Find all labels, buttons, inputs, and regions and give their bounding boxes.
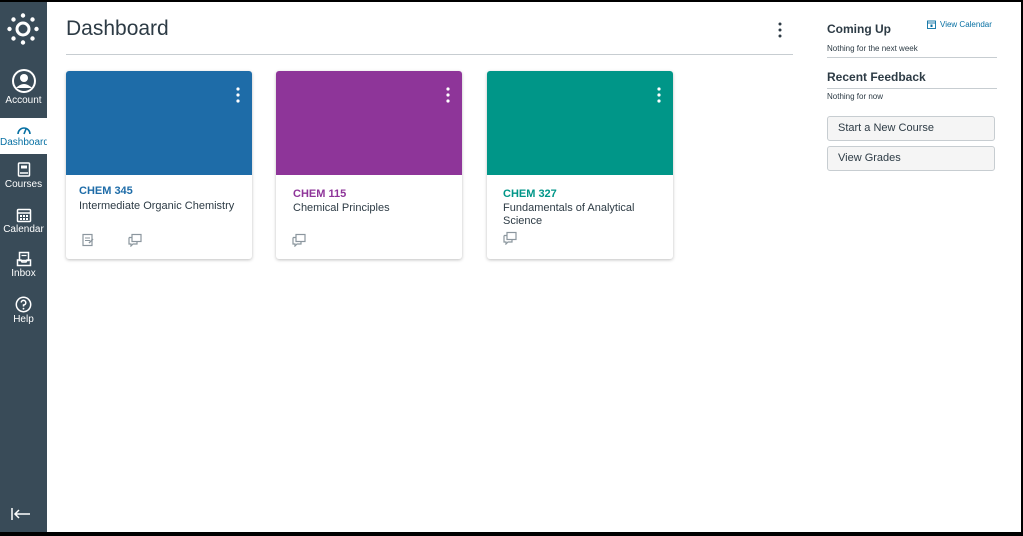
start-new-course-button[interactable]: Start a New Course [827,116,995,141]
course-card: CHEM 115 Chemical Principles [276,71,462,259]
nav-help-label: Help [13,314,34,325]
global-nav: Account Dashboard Courses Calendar Inbox… [0,2,47,532]
course-code[interactable]: CHEM 115 [293,188,346,200]
course-card-header[interactable] [276,71,462,175]
courses-icon [17,162,30,177]
course-name: Fundamentals of Analytical Science [503,202,635,227]
coming-up-heading: Coming Up [827,22,891,36]
calendar-icon [16,208,31,223]
nav-help[interactable]: Help [0,296,47,325]
course-code[interactable]: CHEM 327 [503,188,557,200]
card-options-icon[interactable] [234,85,242,105]
nav-calendar[interactable]: Calendar [0,207,47,235]
feedback-divider [827,88,997,89]
nav-courses-label: Courses [4,179,43,190]
header-divider [66,54,793,55]
course-card: CHEM 327 Fundamentals of Analytical Scie… [487,71,673,259]
help-icon [15,296,32,313]
assignments-icon[interactable] [81,233,95,247]
view-grades-button[interactable]: View Grades [827,146,995,171]
feedback-empty: Nothing for now [827,92,884,101]
coming-up-divider [827,57,997,58]
nav-dashboard-label: Dashboard [0,137,47,148]
nav-inbox-label: Inbox [11,268,36,279]
card-options-icon[interactable] [444,85,452,105]
canvas-window: Account Dashboard Courses Calendar Inbox… [0,2,1021,532]
course-card: CHEM 345 Intermediate Organic Chemistry [66,71,252,259]
collapse-nav-icon[interactable] [10,506,32,522]
recent-feedback-heading: Recent Feedback [827,70,926,84]
page-title: Dashboard [66,17,169,40]
nav-courses[interactable]: Courses [0,162,47,190]
course-name: Intermediate Organic Chemistry [79,200,235,212]
discussions-icon[interactable] [128,233,142,247]
nav-calendar-label: Calendar [3,224,44,235]
nav-dashboard[interactable]: Dashboard [0,118,47,154]
course-card-header[interactable] [487,71,673,175]
discussions-icon[interactable] [292,233,306,247]
avatar-icon [11,69,36,93]
view-calendar-label: View Calendar [940,20,992,29]
nav-inbox[interactable]: Inbox [0,251,47,279]
course-card-header[interactable] [66,71,252,175]
calendar-small-icon [927,20,936,29]
course-code[interactable]: CHEM 345 [79,185,133,197]
canvas-logo-icon[interactable] [6,12,40,46]
dashboard-icon [16,127,31,135]
card-options-icon[interactable] [655,85,663,105]
dashboard-options-icon[interactable] [776,20,784,40]
nav-account-label: Account [5,95,42,106]
view-calendar-link[interactable]: View Calendar [927,20,992,29]
coming-up-empty: Nothing for the next week [827,44,918,53]
nav-account[interactable]: Account [0,68,47,106]
discussions-icon[interactable] [503,231,517,245]
inbox-icon [16,251,31,267]
course-name: Chemical Principles [293,202,390,214]
